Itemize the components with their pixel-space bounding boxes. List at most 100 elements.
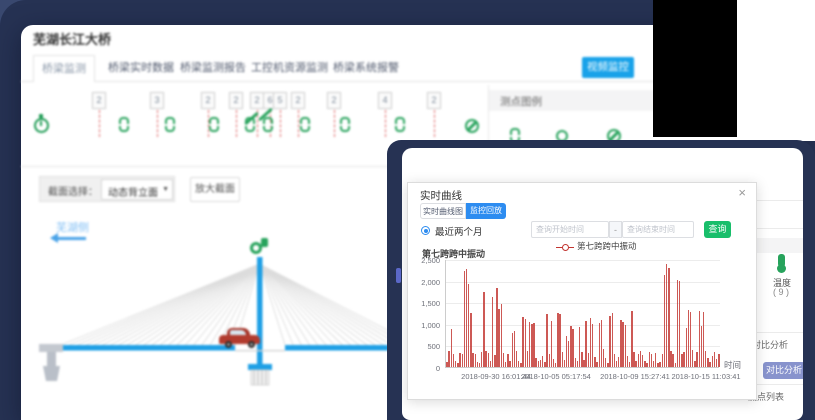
video-monitor-button[interactable]: 视频监控 (582, 57, 634, 78)
chart-bar (614, 354, 615, 367)
main-tab-4[interactable]: 桥梁系统报警 (325, 55, 407, 82)
chain-link-icon (300, 117, 310, 132)
chart-bar (609, 316, 610, 367)
chart-bar (446, 362, 447, 367)
alarm-dashed-line (298, 110, 299, 137)
chart-bar (707, 358, 708, 367)
chart-bar (485, 351, 486, 367)
dialog-title: 实时曲线 (420, 188, 462, 203)
chart-bar (566, 336, 567, 367)
sensor-count-badge: 2 (427, 92, 441, 109)
chart-bar (551, 321, 552, 367)
chart-bar (520, 363, 521, 367)
radio-last-two-months[interactable] (421, 226, 430, 235)
y-axis-tick-label: 1,000 (402, 321, 440, 330)
chart-bar (588, 353, 589, 367)
chart-bar (622, 322, 623, 367)
redacted-black-area (653, 0, 737, 137)
chart-bar (638, 354, 639, 367)
section-divider (750, 332, 803, 333)
query-end-time-input[interactable] (622, 221, 694, 238)
main-tab-0[interactable]: 桥梁监测 (33, 55, 95, 82)
thermometer-icon (778, 254, 785, 267)
abutment-stem (47, 352, 56, 366)
sensor-count-badge: 5 (273, 92, 287, 109)
tab-realtime-curve[interactable]: 实时曲线图 (420, 203, 466, 219)
chart-bar (716, 359, 717, 367)
chain-link-icon (340, 117, 350, 132)
chart-bar (577, 361, 578, 367)
chart-bar (483, 292, 484, 367)
bridge-deck-right (285, 345, 393, 351)
x-axis-tick-label: 2018-10-09 15:27:41 (600, 372, 670, 381)
chart-bar (681, 354, 682, 367)
chart-bar (590, 318, 591, 367)
y-axis-tick-label: 2,000 (402, 278, 440, 287)
chart-bar (575, 358, 576, 367)
alarm-dashed-line (385, 110, 386, 137)
query-start-time-input[interactable] (531, 221, 609, 238)
chart-bar (627, 356, 628, 367)
chart-bar (703, 312, 704, 367)
chart-bar (481, 352, 482, 367)
chart-bar (518, 361, 519, 367)
sensor-count-badge: 2 (327, 92, 341, 109)
query-button[interactable]: 查询 (704, 221, 731, 238)
alarm-dashed-line (99, 110, 100, 137)
y-axis-tick-label: 1,500 (402, 299, 440, 308)
chart-bar (488, 353, 489, 367)
chart-bar (475, 354, 476, 367)
chart-bar (714, 352, 715, 367)
chart-bar (529, 322, 530, 367)
date-range-separator: - (609, 221, 622, 238)
pier-cap (248, 364, 272, 370)
chart-bar (477, 362, 478, 367)
chain-link-icon (119, 117, 129, 132)
chart-bar (677, 280, 678, 367)
tab-monitor-playback[interactable]: 监控回放 (466, 203, 506, 219)
x-axis-tick-label: 2018-10-05 05:17:54 (521, 372, 591, 381)
car-illustration (219, 328, 260, 348)
chart-bar (555, 363, 556, 367)
chart-bar (544, 362, 545, 367)
section-dropdown[interactable]: 动态背立面 ▼ (101, 179, 173, 200)
sensor-count-badge: 2 (229, 92, 243, 109)
chart-bar (501, 304, 502, 367)
chart-bar (546, 314, 547, 367)
scrollbar-thumb[interactable] (396, 268, 401, 283)
sensor-count-badge: 2 (291, 92, 305, 109)
main-tab-3[interactable]: 工控机资源监测 (243, 55, 336, 82)
chart-bar (596, 362, 597, 367)
vibration-chart-plot (445, 260, 719, 368)
realtime-curve-dialog: 实时曲线 × 实时曲线图 监控回放 最近两个月 - 查询 第七跨跨中振动 第七跨… (407, 182, 757, 400)
temperature-count: ( 9 ) (773, 287, 789, 297)
chart-bar (618, 357, 619, 367)
sensor-count-badge: 2 (92, 92, 106, 109)
close-icon[interactable]: × (738, 185, 746, 200)
radio-label: 最近两个月 (435, 224, 483, 238)
chart-bar (522, 317, 523, 367)
y-axis-tick-label: 0 (402, 364, 440, 373)
popup-window: 测点图例 温度 ( 9 ) 对比分析 对比分析 测点列表 实时曲线 × 实时曲线… (402, 148, 803, 420)
chart-bar (533, 323, 534, 368)
main-tab-2[interactable]: 桥梁监测报告 (172, 55, 254, 82)
alarm-dashed-line (280, 110, 281, 137)
deck-joint (235, 350, 285, 351)
chart-bar (468, 284, 469, 367)
zoom-section-button[interactable]: 放大截面 (190, 177, 240, 202)
chart-bar (662, 354, 663, 367)
chart-legend[interactable]: 第七跨跨中振动 (556, 240, 637, 252)
chart-bar (649, 352, 650, 367)
legend-label: 第七跨跨中振动 (577, 241, 637, 251)
chart-bar (625, 325, 626, 367)
chart-bar (583, 360, 584, 367)
chart-bar (644, 361, 645, 367)
chart-bar (453, 354, 454, 367)
chart-bar (712, 356, 713, 367)
compare-analysis-button[interactable]: 对比分析 (763, 362, 803, 379)
main-tab-1[interactable]: 桥梁实时数据 (100, 55, 182, 82)
chart-bar (659, 362, 660, 367)
chart-bar (594, 357, 595, 367)
chart-bar (496, 288, 497, 367)
chart-bar (651, 354, 652, 367)
